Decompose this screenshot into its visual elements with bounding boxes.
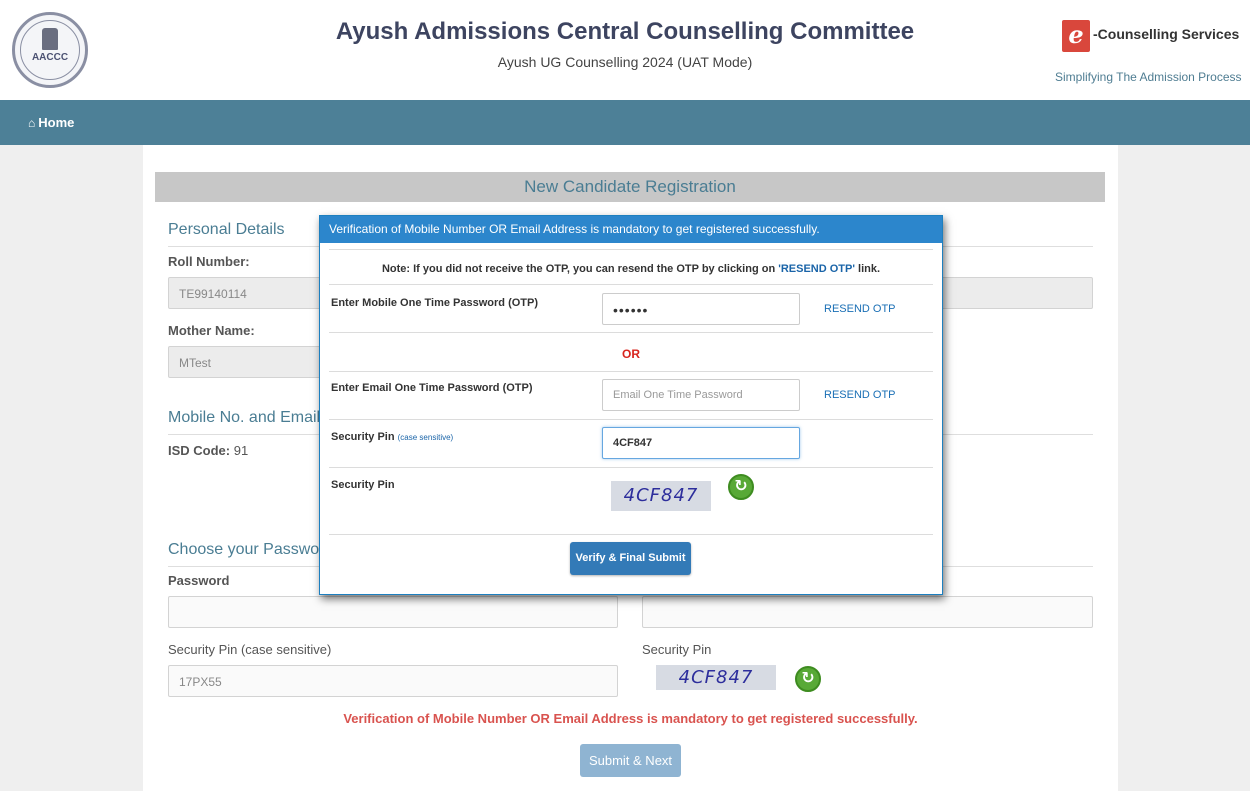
resend-mobile-otp-link[interactable]: RESEND OTP	[824, 303, 896, 315]
security-pin-label: Security Pin (case sensitive)	[331, 431, 453, 443]
note-suffix: link.	[854, 263, 881, 275]
resend-email-otp-link[interactable]: RESEND OTP	[824, 389, 896, 401]
modal-header: Verification of Mobile Number OR Email A…	[320, 216, 942, 243]
note-prefix: Note: If you did not receive the OTP, yo…	[381, 263, 779, 275]
or-separator: OR	[622, 347, 640, 361]
divider	[329, 467, 933, 468]
email-otp-input[interactable]: Email One Time Password	[602, 379, 800, 411]
divider	[329, 371, 933, 372]
verify-final-submit-button[interactable]: Verify & Final Submit	[570, 542, 691, 575]
divider	[329, 284, 933, 285]
refresh-captcha-icon[interactable]: ↻	[728, 474, 754, 500]
divider	[329, 332, 933, 333]
mobile-otp-label: Enter Mobile One Time Password (OTP)	[331, 297, 539, 309]
divider	[329, 419, 933, 420]
note-resend-link: 'RESEND OTP'	[778, 263, 855, 275]
divider	[329, 249, 933, 250]
captcha-label: Security Pin	[331, 479, 395, 491]
mobile-otp-input[interactable]: ••••••	[602, 293, 800, 325]
captcha-image: 4CF847	[611, 481, 711, 511]
security-pin-input[interactable]: 4CF847	[602, 427, 800, 459]
security-pin-label-text: Security Pin	[331, 431, 398, 443]
modal-header-text: Verification of Mobile Number OR Email A…	[329, 222, 820, 236]
resend-note: Note: If you did not receive the OTP, yo…	[320, 263, 942, 275]
email-otp-label: Enter Email One Time Password (OTP)	[331, 382, 533, 394]
divider	[329, 534, 933, 535]
case-sensitive-hint: (case sensitive)	[397, 433, 454, 442]
otp-verification-modal: Verification of Mobile Number OR Email A…	[319, 215, 943, 595]
